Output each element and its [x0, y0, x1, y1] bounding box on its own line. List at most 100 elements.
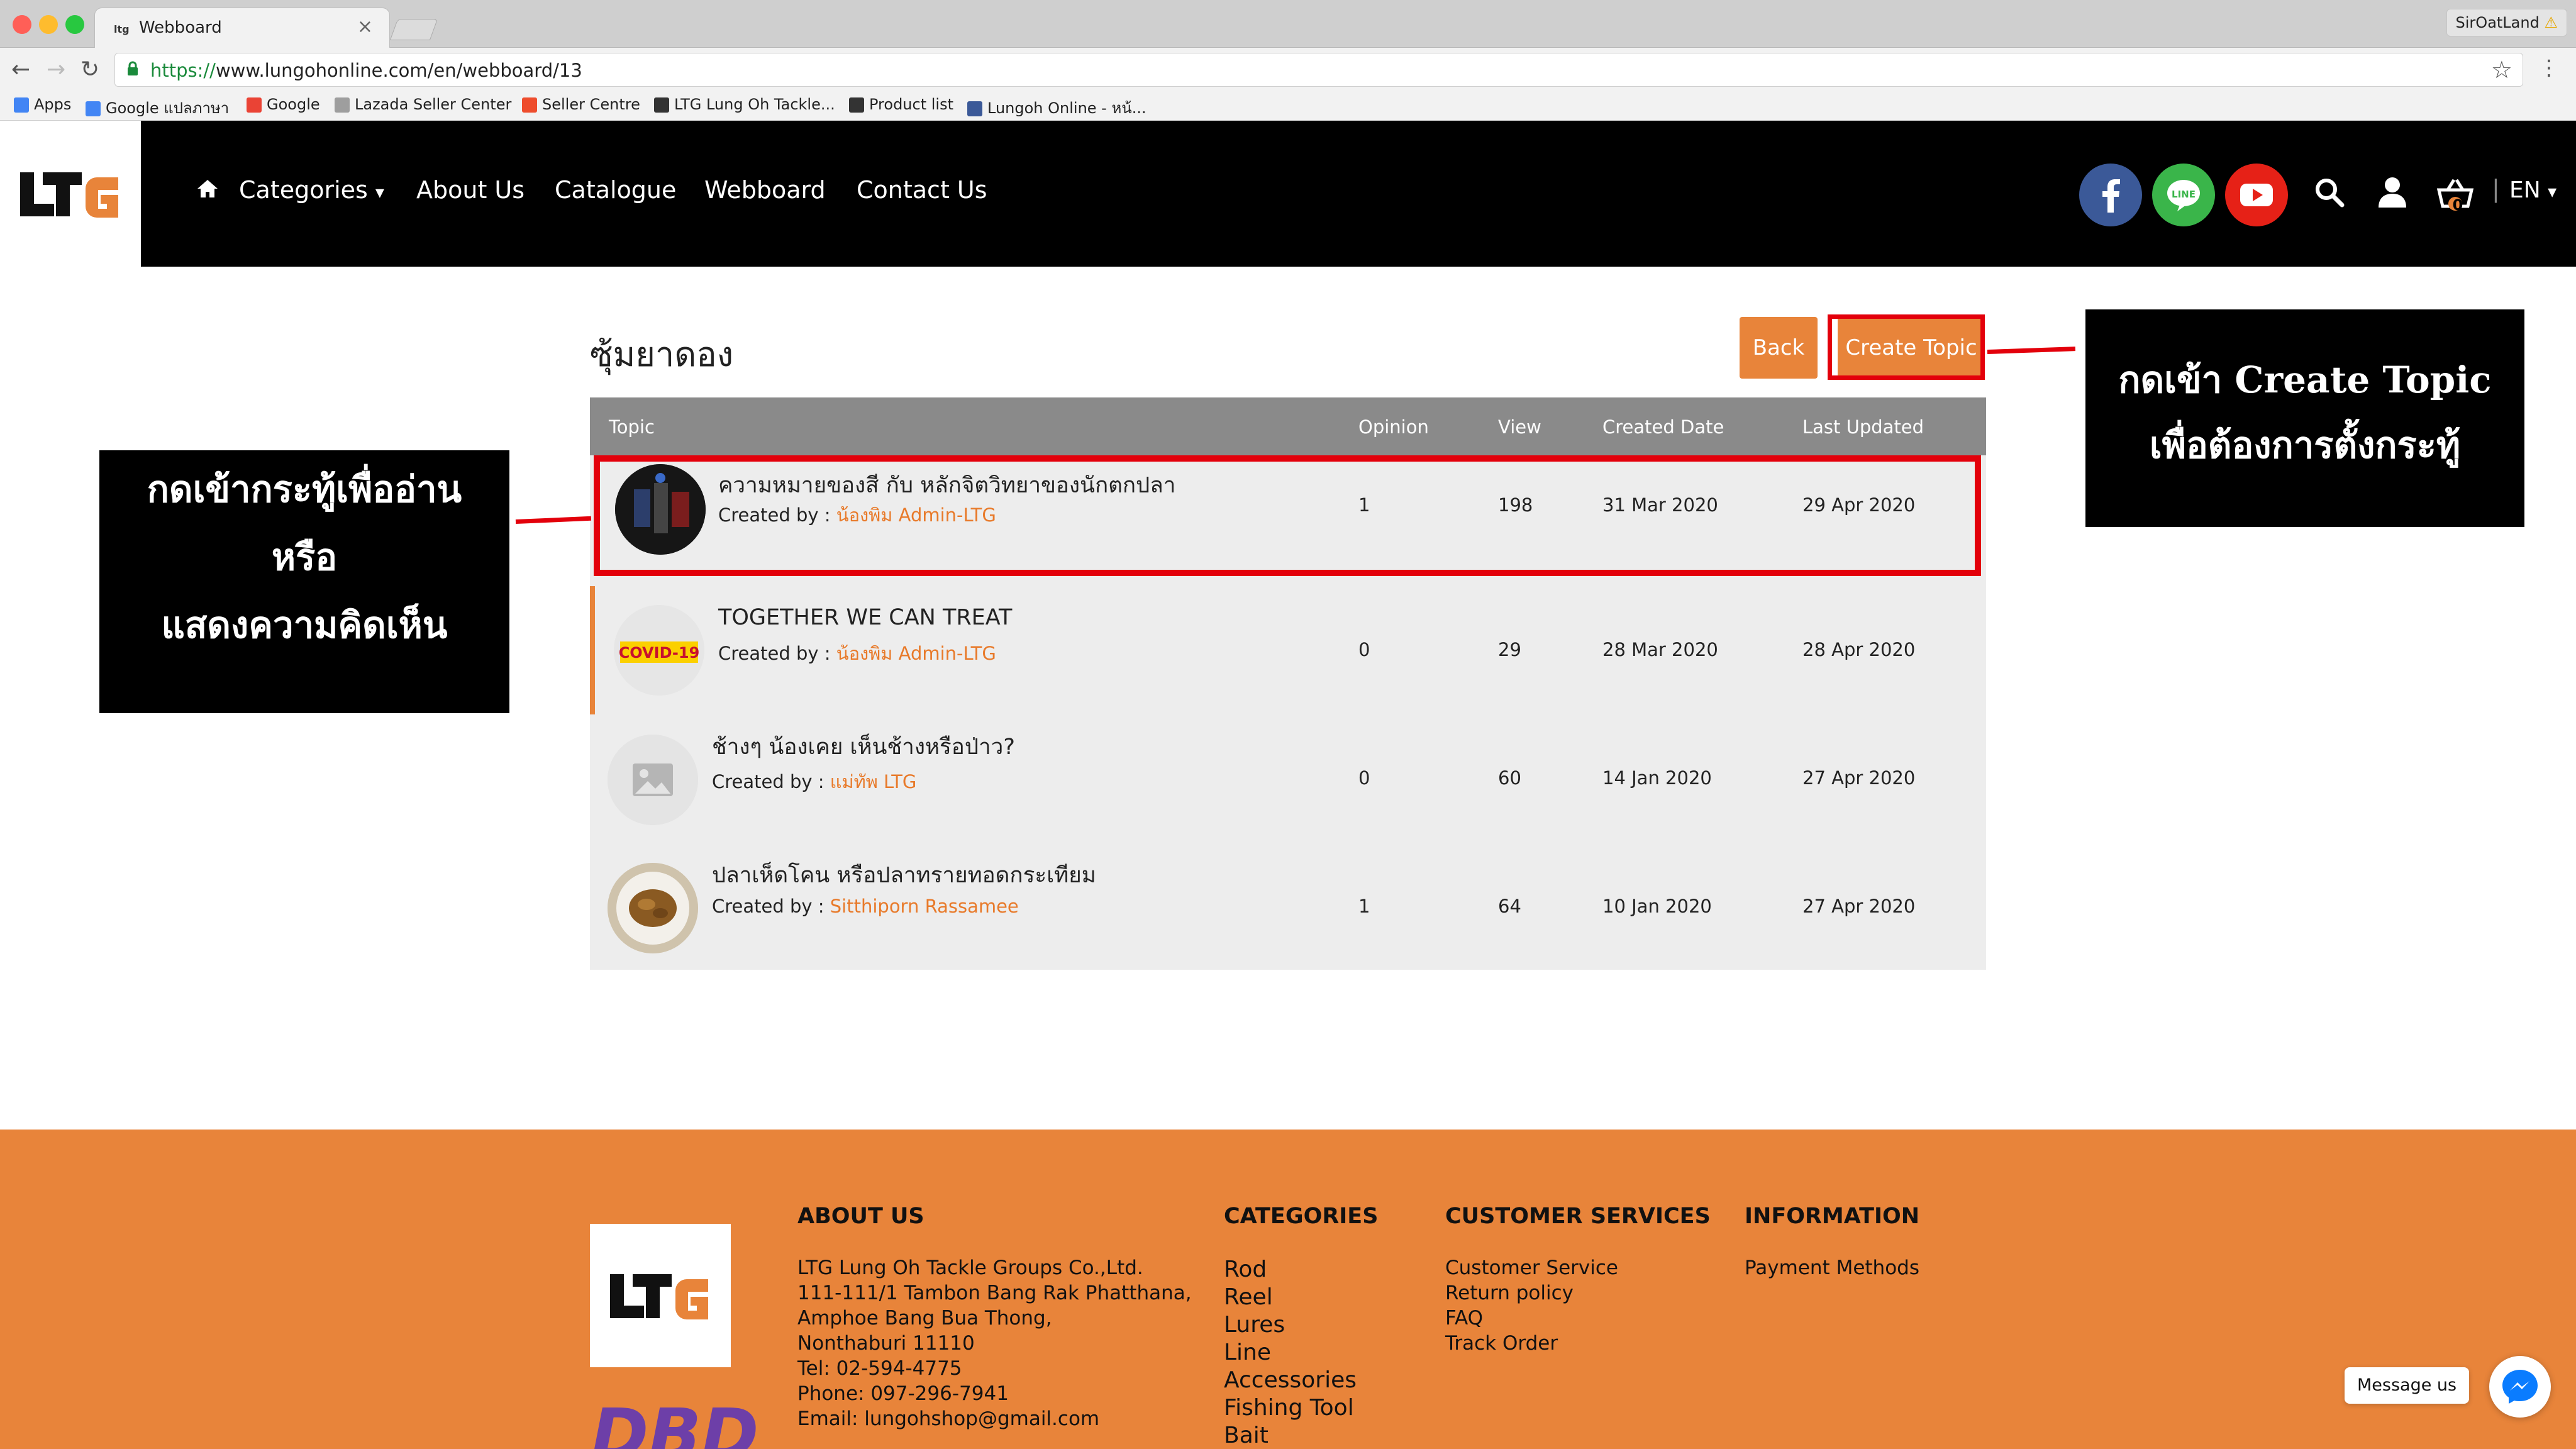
header-divider: |	[2492, 175, 2500, 203]
profile-name: SirOatLand	[2455, 14, 2540, 31]
bookmark-product-list[interactable]: Product list	[849, 96, 953, 113]
minimize-window-button[interactable]	[39, 15, 58, 34]
topic-created-by: Created by : Sitthiporn Rassamee	[712, 896, 1019, 917]
annotation-pointer-left	[515, 516, 592, 524]
topic-title[interactable]: TOGETHER WE CAN TREAT	[718, 605, 1012, 630]
site-header: Categories ▾ About Us Catalogue Webboard…	[0, 121, 2576, 267]
messenger-button[interactable]	[2489, 1356, 2551, 1418]
table-header: Topic Opinion View Created Date Last Upd…	[590, 397, 1986, 455]
facebook-button[interactable]	[2079, 164, 2142, 226]
bookmark-lazada[interactable]: Lazada Seller Center	[335, 96, 511, 113]
topic-created-by: Created by : แม่ทัพ LTG	[712, 771, 917, 792]
header-topic: Topic	[609, 416, 655, 438]
bookmark-star-icon[interactable]: ☆	[2491, 56, 2512, 84]
footer-service-link[interactable]: FAQ	[1445, 1307, 1483, 1330]
bookmarks-bar: Apps Google แปลภาษา Google Lazada Seller…	[0, 92, 2576, 121]
table-row[interactable]: COVID-19 TOGETHER WE CAN TREAT Created b…	[590, 586, 1986, 714]
footer-category-link[interactable]: Reel	[1224, 1284, 1273, 1310]
page-icon	[335, 97, 350, 113]
forward-arrow-icon[interactable]: →	[47, 57, 65, 82]
bookmark-ltg[interactable]: LTG Lung Oh Tackle...	[654, 96, 835, 113]
home-icon[interactable]	[196, 179, 219, 199]
browser-menu-icon[interactable]: ⋮	[2538, 55, 2560, 80]
topic-title[interactable]: ช้างๆ น้องเคย เห็นช้างหรือป่าว?	[712, 730, 1015, 764]
reload-icon[interactable]: ↻	[80, 57, 99, 82]
back-button[interactable]: Back	[1740, 317, 1818, 379]
message-us-label[interactable]: Message us	[2345, 1367, 2470, 1404]
nav-webboard[interactable]: Webboard	[704, 176, 826, 204]
bookmark-lungoh-facebook[interactable]: Lungoh Online - หน้...	[967, 96, 1146, 120]
topic-avatar	[608, 863, 698, 953]
site-logo[interactable]	[0, 121, 141, 267]
footer-service-link[interactable]: Track Order	[1445, 1332, 1558, 1355]
nav-categories[interactable]: Categories ▾	[239, 176, 384, 204]
topic-view-count: 64	[1498, 896, 1521, 917]
nav-contact-us[interactable]: Contact Us	[857, 176, 987, 204]
bookmark-seller-centre[interactable]: Seller Centre	[522, 96, 640, 113]
language-selector[interactable]: EN ▾	[2509, 177, 2557, 203]
bookmark-google-translate[interactable]: Google แปลภาษา	[86, 96, 229, 120]
back-arrow-icon[interactable]: ←	[11, 57, 30, 82]
footer-about-line: Amphoe Bang Bua Thong,	[797, 1307, 1052, 1330]
youtube-button[interactable]	[2225, 164, 2288, 226]
footer-category-link[interactable]: Bait	[1224, 1423, 1269, 1448]
bookmark-google[interactable]: Google	[247, 96, 320, 113]
table-row[interactable]: ปลาเห็ดโคน หรือปลาทรายทอดกระเทียม Create…	[590, 843, 1986, 971]
browser-tab-bar: ltg Webboard × SirOatLand ⚠	[0, 0, 2576, 49]
footer-category-link[interactable]: Accessories	[1224, 1367, 1357, 1393]
ltg-logo-icon	[610, 1274, 708, 1319]
nav-about-us[interactable]: About Us	[416, 176, 525, 204]
zoom-window-button[interactable]	[65, 15, 84, 34]
search-icon[interactable]	[2313, 176, 2346, 209]
footer-about-line: 111-111/1 Tambon Bang Rak Phatthana,	[797, 1282, 1192, 1304]
header-view: View	[1498, 416, 1541, 438]
footer-category-link[interactable]: Lures	[1224, 1312, 1285, 1338]
line-button[interactable]: LINE	[2152, 164, 2215, 226]
webboard-table: Topic Opinion View Created Date Last Upd…	[590, 397, 1986, 970]
annotation-pointer-right	[1987, 347, 2076, 354]
topic-last-updated: 27 Apr 2020	[1802, 896, 1916, 917]
footer-about-line: Email: lungohshop@gmail.com	[797, 1407, 1100, 1430]
google-translate-icon	[86, 101, 101, 116]
footer-logo[interactable]	[590, 1224, 731, 1367]
footer-service-link[interactable]: Customer Service	[1445, 1257, 1618, 1279]
footer-about-heading: ABOUT US	[797, 1204, 924, 1229]
footer-info-link[interactable]: Payment Methods	[1745, 1257, 1919, 1279]
page-title: ซุ้มยาดอง	[590, 335, 734, 374]
header-created-date: Created Date	[1602, 416, 1724, 438]
topic-opinion-count: 0	[1358, 639, 1370, 660]
user-icon[interactable]	[2377, 176, 2407, 209]
ltg-icon	[654, 97, 669, 113]
address-bar[interactable]: https://www.lungohonline.com/en/webboard…	[114, 53, 2523, 87]
header-last-updated: Last Updated	[1802, 416, 1924, 438]
messenger-icon	[2502, 1370, 2538, 1404]
nav-catalogue[interactable]: Catalogue	[555, 176, 676, 204]
footer-category-link[interactable]: Line	[1224, 1340, 1271, 1365]
table-row[interactable]: ช้างๆ น้องเคย เห็นช้างหรือป่าว? Created …	[590, 714, 1986, 843]
shopee-icon	[522, 97, 537, 113]
profile-button[interactable]: SirOatLand ⚠	[2446, 9, 2567, 36]
new-tab-button[interactable]	[389, 19, 438, 40]
topic-author[interactable]: น้องพิม Admin-LTG	[836, 643, 996, 664]
tab-title: Webboard	[139, 18, 222, 37]
footer-info-heading: INFORMATION	[1745, 1204, 1920, 1229]
youtube-icon	[2240, 184, 2273, 206]
bookmark-apps[interactable]: Apps	[14, 96, 71, 113]
browser-tab[interactable]: ltg Webboard ×	[94, 8, 390, 49]
footer-about-line: Nonthaburi 11110	[797, 1332, 975, 1355]
footer-category-link[interactable]: Rod	[1224, 1257, 1267, 1282]
facebook-icon	[2102, 179, 2120, 213]
ltg-icon	[849, 97, 864, 113]
topic-last-updated: 28 Apr 2020	[1802, 639, 1916, 660]
ltg-logo-icon	[20, 172, 118, 218]
topic-author[interactable]: แม่ทัพ LTG	[830, 771, 917, 792]
close-window-button[interactable]	[13, 15, 31, 34]
dbd-logo[interactable]: DBD	[591, 1394, 758, 1449]
footer-service-link[interactable]: Return policy	[1445, 1282, 1574, 1304]
topic-author[interactable]: Sitthiporn Rassamee	[830, 896, 1019, 917]
chevron-down-icon: ▾	[375, 182, 384, 203]
footer-services-heading: CUSTOMER SERVICES	[1445, 1204, 1711, 1229]
tab-close-icon[interactable]: ×	[357, 16, 373, 38]
topic-title[interactable]: ปลาเห็ดโคน หรือปลาทรายทอดกระเทียม	[712, 858, 1096, 892]
footer-category-link[interactable]: Fishing Tool	[1224, 1395, 1354, 1421]
